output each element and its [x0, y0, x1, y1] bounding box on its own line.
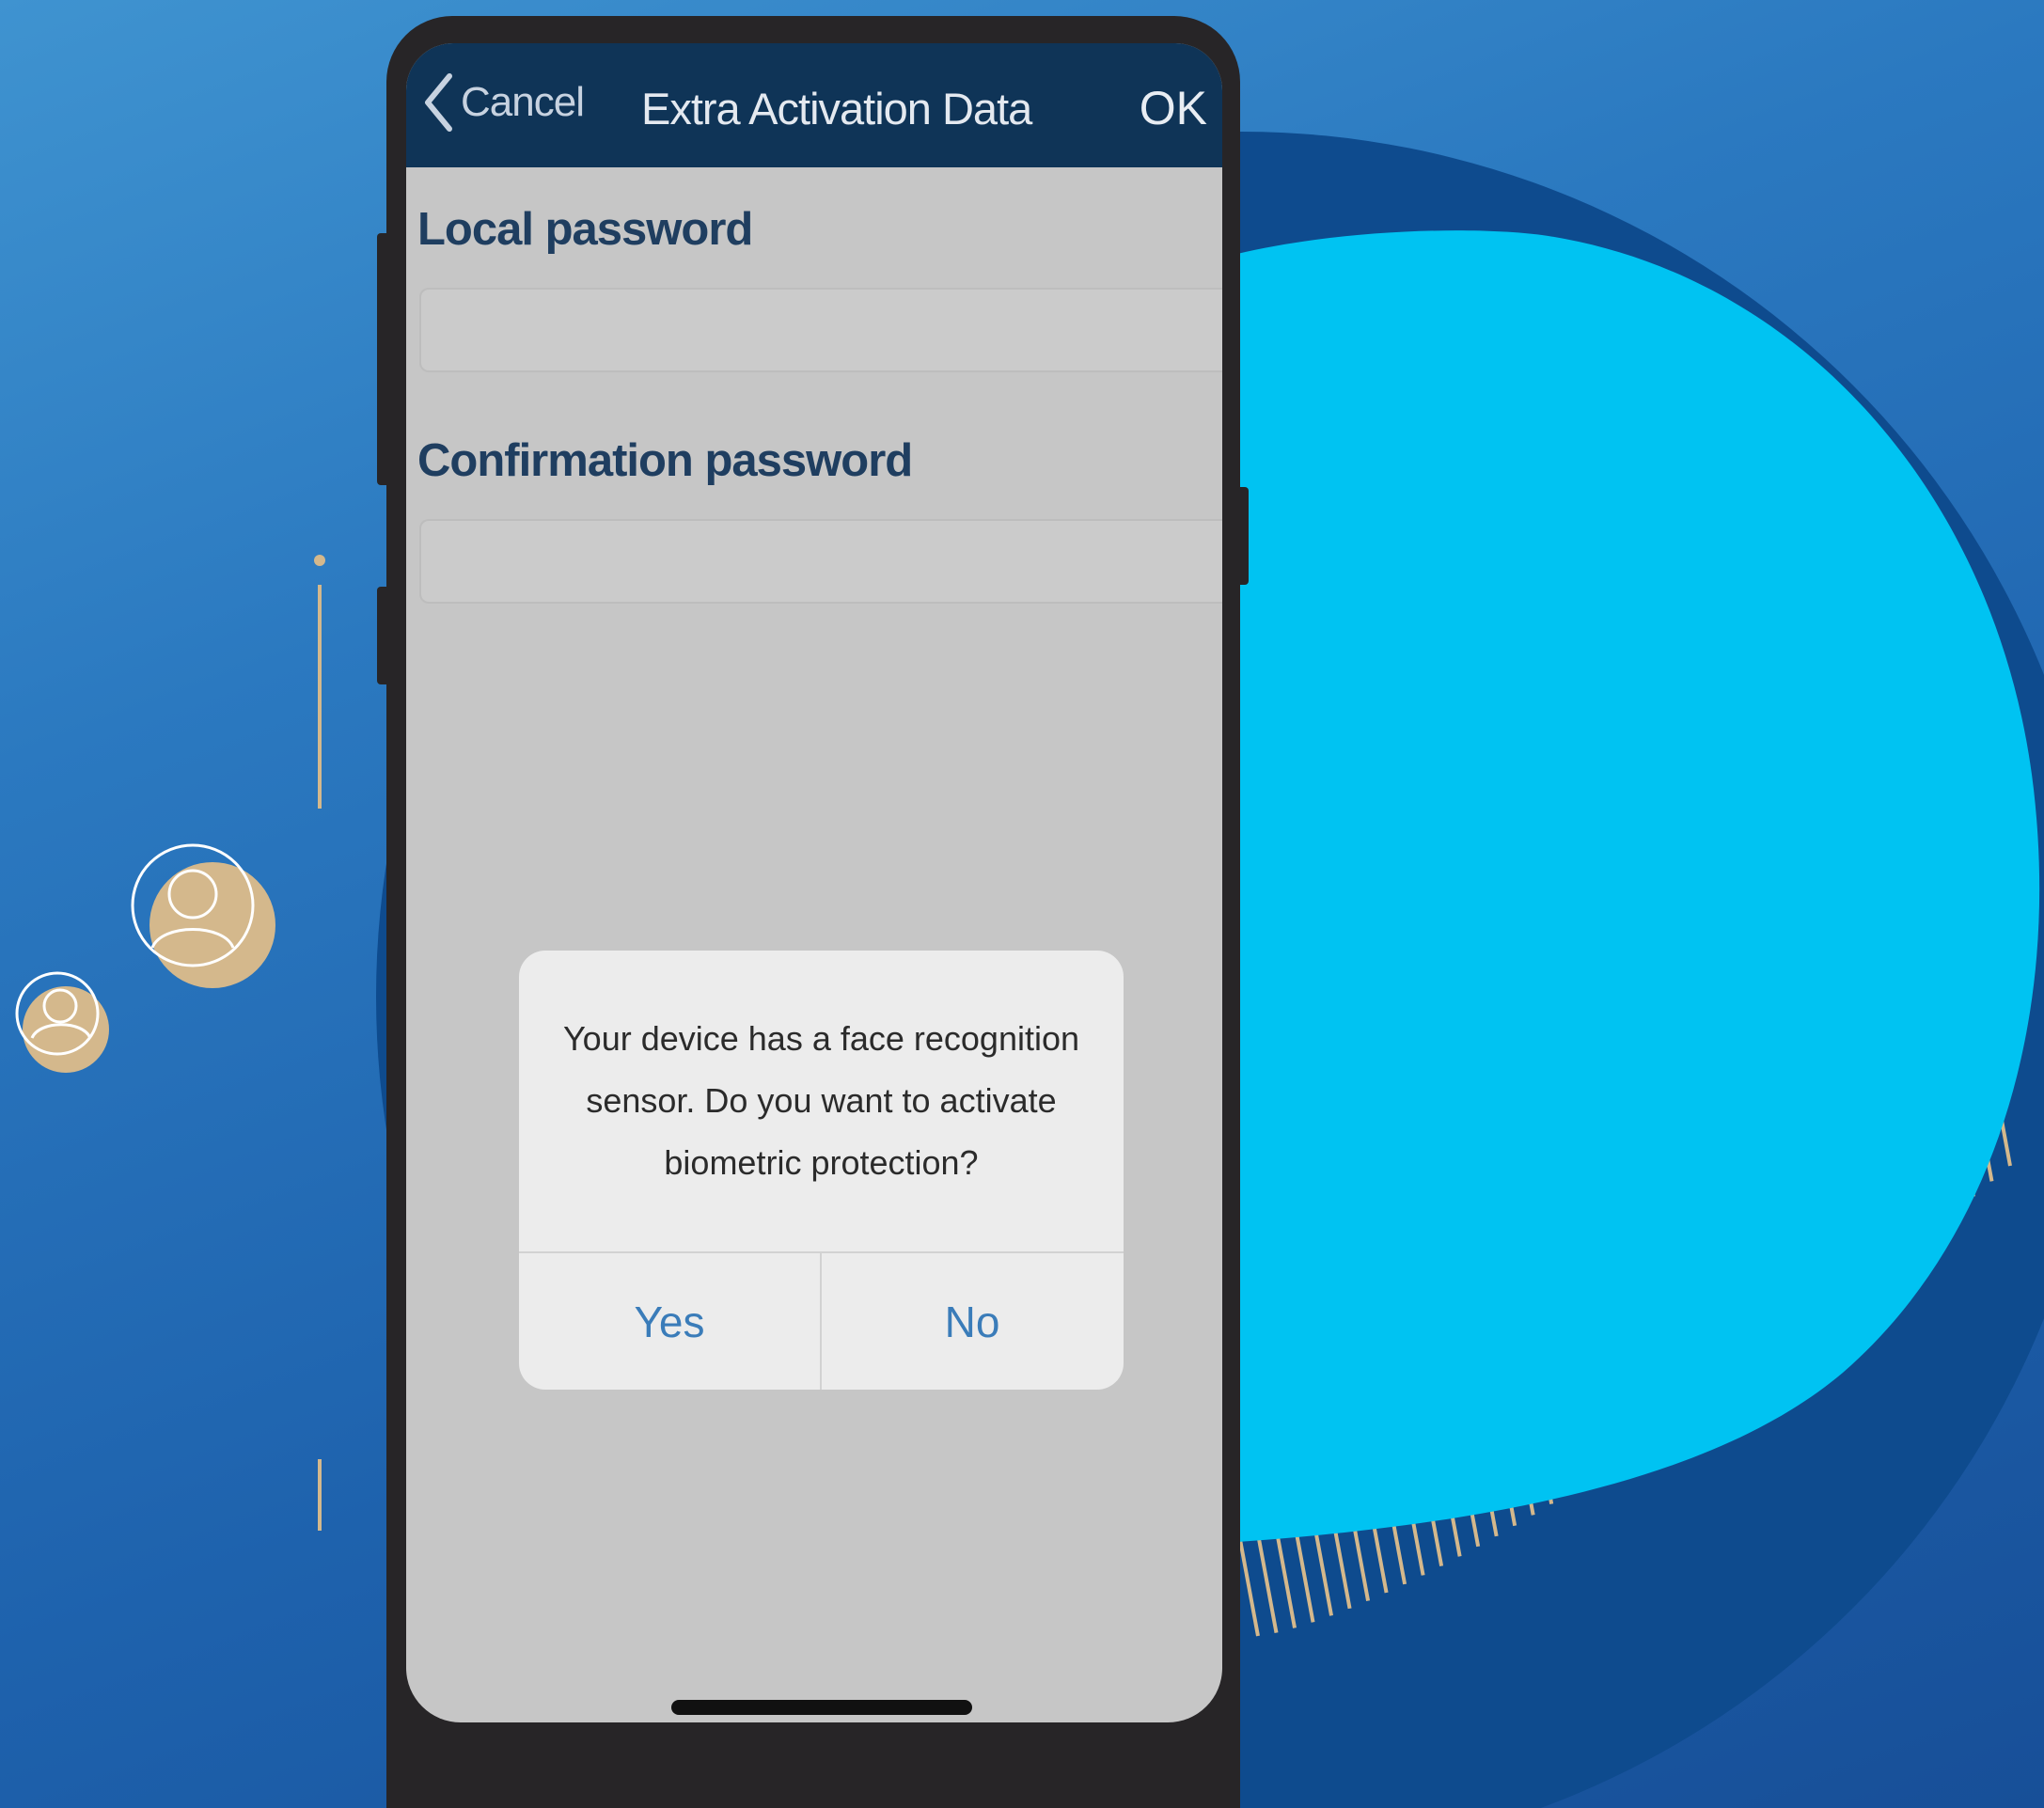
cancel-button[interactable]: Cancel: [423, 70, 585, 135]
user-avatar-icon: [15, 971, 109, 1073]
ok-button[interactable]: OK: [1140, 81, 1207, 135]
cancel-label: Cancel: [461, 79, 585, 125]
dialog-message-line: sensor. Do you want to activate: [586, 1081, 1057, 1120]
local-password-field[interactable]: [419, 288, 1222, 372]
dialog-message: Your device has a face recognition senso…: [557, 951, 1086, 1251]
local-password-label: Local password: [417, 204, 753, 255]
accent-line-top: [318, 585, 322, 809]
dialog-message-line: Your device has a face recognition: [562, 1019, 1080, 1058]
biometric-alert-dialog: Your device has a face recognition senso…: [519, 951, 1124, 1390]
dialog-message-line: biometric protection?: [664, 1143, 979, 1182]
phone-screen: Cancel Extra Activation Data OK Local pa…: [406, 43, 1222, 1722]
confirmation-password-label: Confirmation password: [417, 435, 913, 486]
yes-button[interactable]: Yes: [519, 1253, 820, 1390]
chevron-left-icon: [425, 73, 452, 132]
accent-line-bottom: [318, 1459, 322, 1531]
confirmation-password-field[interactable]: [419, 519, 1222, 604]
accent-dot: [314, 555, 325, 566]
page-title: Extra Activation Data: [641, 84, 1032, 134]
home-indicator[interactable]: [671, 1700, 972, 1715]
navigation-bar: Cancel Extra Activation Data OK: [406, 43, 1222, 167]
user-avatar-icon: [131, 843, 275, 988]
no-button[interactable]: No: [822, 1253, 1123, 1390]
